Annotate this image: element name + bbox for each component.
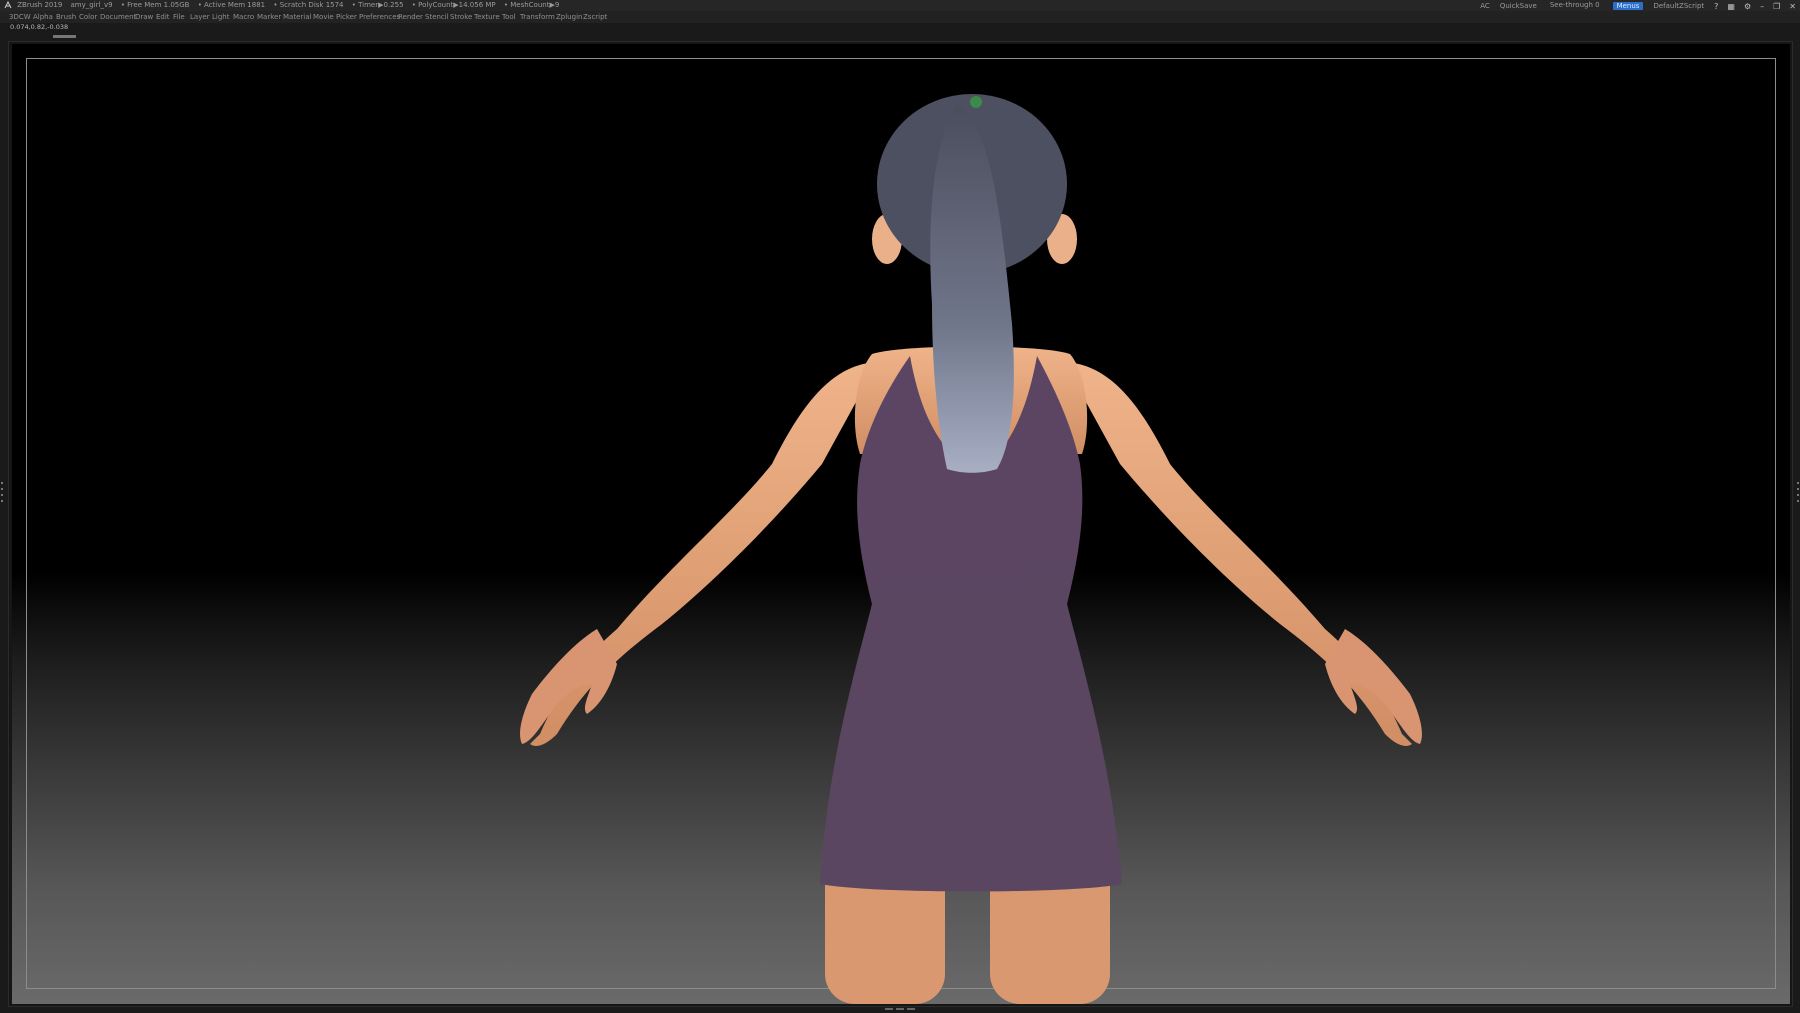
menu-draw[interactable]: Draw — [135, 11, 153, 23]
menu-tool[interactable]: Tool — [502, 11, 516, 23]
settings-icon[interactable]: ⚙ — [1744, 1, 1751, 12]
menu-preferences[interactable]: Preferences — [359, 11, 400, 23]
menu-bar: 3DCW Alpha Brush Color Document Draw Edi… — [0, 11, 1800, 23]
quicksave-button[interactable]: QuickSave — [1500, 1, 1537, 12]
progress-indicator — [53, 35, 76, 38]
menu-file[interactable]: File — [173, 11, 185, 23]
menu-movie[interactable]: Movie — [313, 11, 334, 23]
menu-texture[interactable]: Texture — [474, 11, 500, 23]
close-icon[interactable]: ✕ — [1789, 1, 1796, 12]
zbrush-icon[interactable] — [4, 1, 12, 9]
layout-icon[interactable]: ▦ — [1727, 1, 1735, 12]
title-info: ZBrush 2019 amy_girl_v9 • Free Mem 1.05G… — [4, 0, 565, 11]
menu-alpha[interactable]: Alpha — [33, 11, 53, 23]
scratch-disk: • Scratch Disk 1574 — [273, 1, 344, 9]
right-tray-handle[interactable] — [1796, 478, 1800, 538]
menu-stroke[interactable]: Stroke — [450, 11, 472, 23]
title-bar: ZBrush 2019 amy_girl_v9 • Free Mem 1.05G… — [0, 0, 1800, 12]
menu-edit[interactable]: Edit — [156, 11, 170, 23]
menus-button[interactable]: Menus — [1612, 2, 1644, 10]
document-name: amy_girl_v9 — [70, 1, 113, 9]
mesh-count: • MeshCount▶9 — [503, 1, 560, 9]
menu-render[interactable]: Render — [398, 11, 423, 23]
app-name: ZBrush 2019 — [17, 1, 63, 9]
menu-brush[interactable]: Brush — [56, 11, 76, 23]
timer: • Timer▶0.255 — [351, 1, 404, 9]
window-icons: ? ▦ ⚙ – ❐ ✕ — [1714, 1, 1796, 12]
left-arm — [530, 362, 878, 746]
menu-macro[interactable]: Macro — [233, 11, 254, 23]
poly-count: • PolyCount▶14.056 MP — [411, 1, 496, 9]
menu-transform[interactable]: Transform — [520, 11, 555, 23]
menu-layer[interactable]: Layer — [190, 11, 210, 23]
menu-color[interactable]: Color — [79, 11, 97, 23]
bottom-tray-handle[interactable] — [870, 1007, 930, 1011]
menu-stencil[interactable]: Stencil — [425, 11, 449, 23]
menu-picker[interactable]: Picker — [336, 11, 357, 23]
restore-icon[interactable]: ❐ — [1773, 1, 1780, 12]
active-mem: • Active Mem 1881 — [197, 1, 266, 9]
free-mem: • Free Mem 1.05GB — [120, 1, 190, 9]
menu-light[interactable]: Light — [212, 11, 229, 23]
help-icon[interactable]: ? — [1714, 1, 1718, 12]
coordinate-readout: 0.074,0.82,-0.038 — [10, 23, 69, 31]
hair-tie — [970, 96, 982, 108]
ac-button[interactable]: AC — [1480, 1, 1490, 12]
right-arm — [1064, 362, 1412, 746]
default-zscript-button[interactable]: DefaultZScript — [1653, 1, 1704, 12]
menu-document[interactable]: Document — [100, 11, 136, 23]
menu-marker[interactable]: Marker — [257, 11, 281, 23]
minimize-icon[interactable]: – — [1760, 1, 1764, 12]
right-hand — [1325, 629, 1422, 744]
menu-zscript[interactable]: Zscript — [583, 11, 607, 23]
left-hand — [520, 629, 617, 744]
character-model[interactable] — [12, 44, 1790, 1004]
menu-3dcw[interactable]: 3DCW — [9, 11, 31, 23]
left-tray-handle[interactable] — [0, 478, 4, 538]
menu-material[interactable]: Material — [283, 11, 311, 23]
menu-zplugin[interactable]: Zplugin — [556, 11, 582, 23]
